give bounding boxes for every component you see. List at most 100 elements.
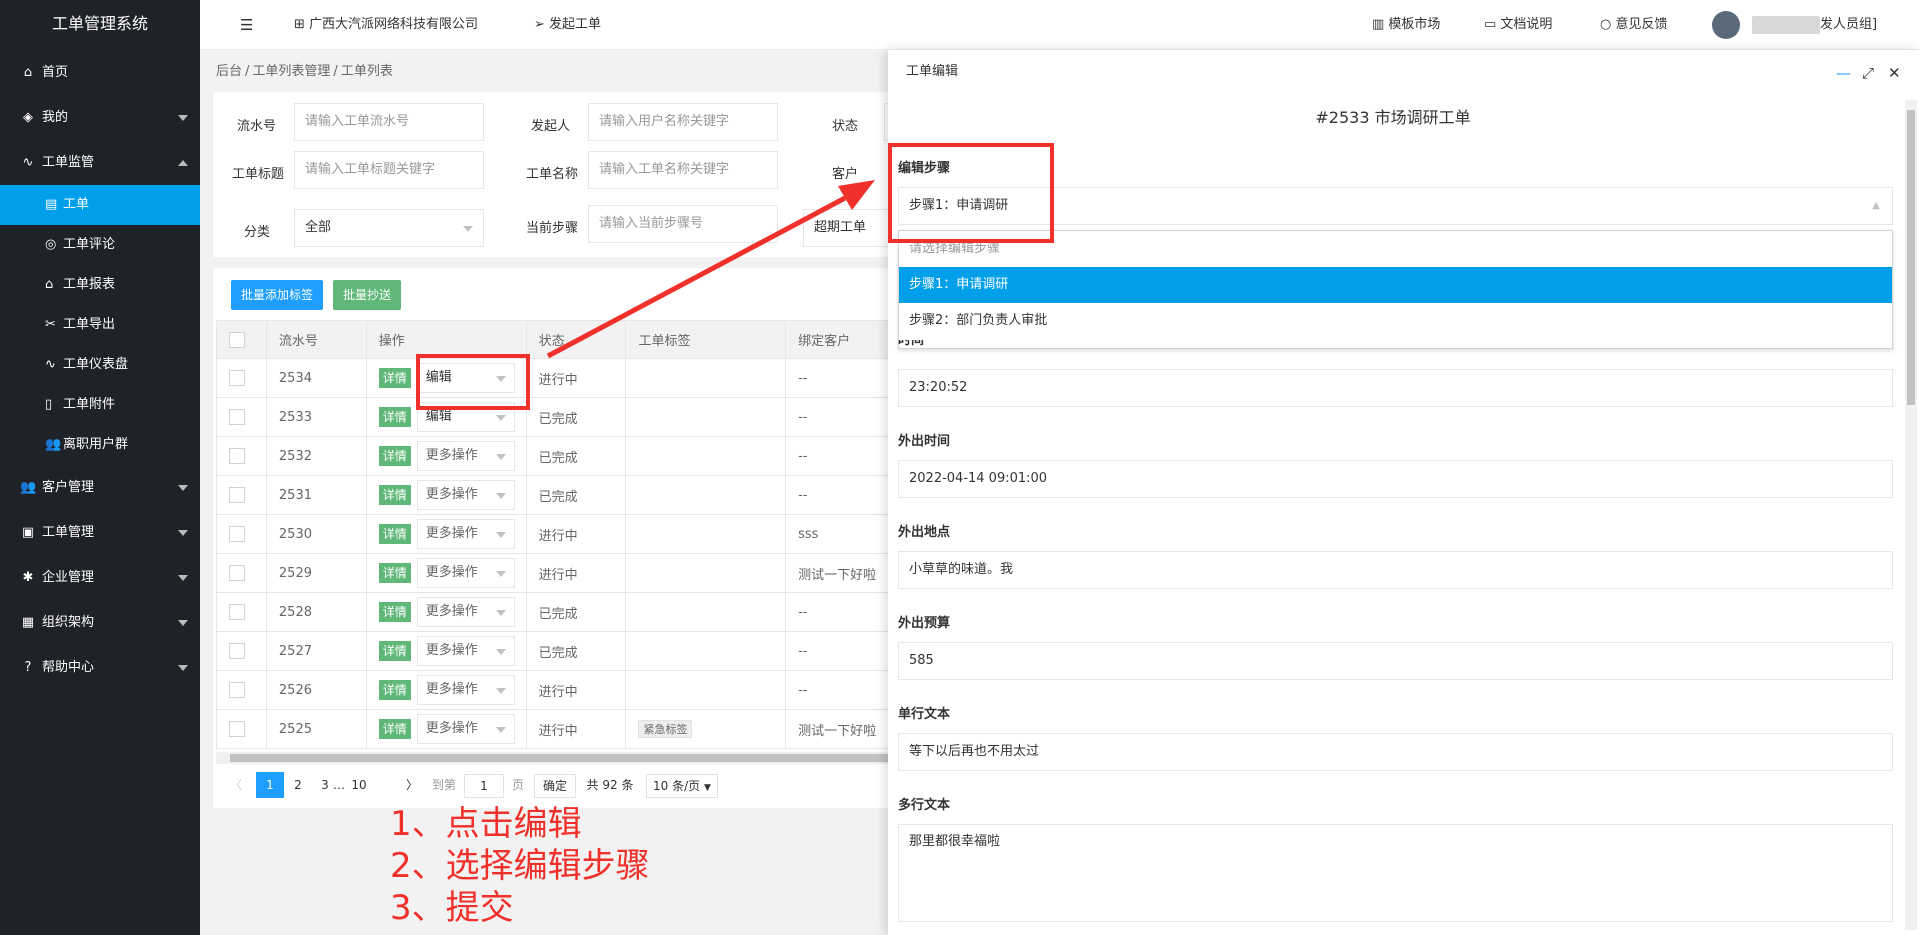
page-button[interactable]: 10	[348, 772, 370, 798]
action-select-value: 更多操作	[425, 565, 478, 580]
action-select[interactable]: 更多操作	[416, 441, 515, 471]
row-checkbox[interactable]	[229, 682, 245, 698]
docs-link[interactable]: ▭ 文档说明	[1484, 0, 1552, 50]
template-market-link[interactable]: ▥ 模板市场	[1372, 0, 1440, 50]
sidebar-subitem-export[interactable]: ✂ 工单导出	[0, 305, 200, 345]
sidebar-item-org[interactable]: ▦ 组织架构	[0, 600, 200, 645]
detail-button[interactable]: 详情	[378, 368, 411, 388]
feedback-link[interactable]: ○ 意见反馈	[1600, 0, 1668, 50]
column-header[interactable]: 流水号	[265, 320, 367, 359]
batch-tag-button[interactable]: 批量添加标签	[231, 280, 324, 310]
goto-page-input[interactable]: 1	[464, 774, 504, 798]
row-checkbox[interactable]	[229, 526, 245, 542]
sidebar-item-home[interactable]: ⌂ 首页	[0, 50, 200, 95]
detail-button[interactable]: 详情	[378, 407, 411, 427]
sidebar-item-mine[interactable]: ◈ 我的	[0, 95, 200, 140]
serial-cell: 2531	[265, 475, 367, 515]
single-line-field[interactable]: 等下以后再也不用太过	[898, 733, 1893, 771]
next-page-button[interactable]: 〉	[402, 772, 422, 798]
row-checkbox[interactable]	[229, 448, 245, 464]
detail-button[interactable]: 详情	[378, 485, 411, 505]
sidebar-item-ticket-manage[interactable]: ▣ 工单管理	[0, 510, 200, 555]
title-label: 工单标题	[231, 167, 284, 182]
detail-button[interactable]: 详情	[378, 680, 411, 700]
step-label: 当前步骤	[525, 221, 578, 236]
title-input[interactable]: 请输入工单标题关键字	[294, 151, 484, 189]
user-group-label[interactable]: 发人员组]	[1820, 0, 1877, 50]
action-select[interactable]: 更多操作	[416, 558, 515, 588]
row-select-cell	[216, 358, 267, 398]
detail-button[interactable]: 详情	[378, 563, 411, 583]
page-size-select[interactable]: 10 条/页 ▼	[646, 774, 718, 798]
status-cell: 已完成	[525, 475, 627, 515]
action-select[interactable]: 更多操作	[416, 714, 515, 744]
action-select[interactable]: 更多操作	[416, 636, 515, 666]
sidebar-subitem-ticket[interactable]: ▤ 工单	[0, 185, 200, 225]
breadcrumb-item[interactable]: 工单列表管理	[252, 64, 330, 79]
row-checkbox[interactable]	[229, 370, 245, 386]
initiator-input[interactable]: 请输入用户名称关键字	[588, 103, 778, 141]
sidebar-item-monitor[interactable]: ∿ 工单监管	[0, 140, 200, 185]
menu-toggle-icon[interactable]: ☰	[240, 0, 253, 50]
name-input[interactable]: 请输入工单名称关键字	[588, 151, 778, 189]
page-button-current[interactable]: 1	[256, 772, 284, 798]
category-select[interactable]: 全部	[294, 209, 484, 247]
drawer-scrollbar[interactable]	[1905, 100, 1917, 930]
sidebar-item-enterprise[interactable]: ✱ 企业管理	[0, 555, 200, 600]
action-select[interactable]: 更多操作	[416, 675, 515, 705]
action-select[interactable]: 更多操作	[416, 519, 515, 549]
row-checkbox[interactable]	[229, 409, 245, 425]
row-checkbox[interactable]	[229, 565, 245, 581]
create-ticket-link[interactable]: ➢ 发起工单	[534, 0, 601, 50]
minimize-icon[interactable]: —	[1836, 64, 1851, 82]
page-button[interactable]: 2	[288, 772, 308, 798]
sidebar-subitem-attachments[interactable]: ▯ 工单附件	[0, 385, 200, 425]
page-button[interactable]: 3	[318, 772, 332, 798]
detail-button[interactable]: 详情	[378, 446, 411, 466]
prev-page-button[interactable]: 〈	[226, 772, 246, 798]
horizontal-scrollbar[interactable]	[216, 752, 913, 764]
detail-button[interactable]: 详情	[378, 602, 411, 622]
book-icon: ▭	[1484, 17, 1501, 32]
avatar[interactable]	[1712, 11, 1740, 39]
out-time-field[interactable]: 2022-04-14 09:01:00	[898, 460, 1893, 498]
batch-cc-button[interactable]: 批量抄送	[333, 280, 402, 310]
status-cell: 已完成	[525, 592, 627, 632]
row-checkbox[interactable]	[229, 604, 245, 620]
goto-confirm-button[interactable]: 确定	[534, 774, 576, 798]
dropdown-option-step1[interactable]: 步骤1：申请调研	[899, 267, 1892, 303]
multi-line-field[interactable]: 那里都很幸福啦	[898, 824, 1893, 922]
step-input[interactable]: 请输入当前步骤号	[588, 205, 778, 243]
table-row: 2529 详情 更多操作 进行中 测试一下好啦	[216, 553, 916, 593]
sidebar-subitem-comments[interactable]: ◎ 工单评论	[0, 225, 200, 265]
detail-button[interactable]: 详情	[378, 641, 411, 661]
company-switcher[interactable]: ⊞ 广西大汽派网络科技有限公司	[294, 0, 478, 50]
breadcrumb-item[interactable]: 后台	[216, 64, 242, 79]
maximize-icon[interactable]: ⤢	[1862, 64, 1874, 82]
dropdown-option-step2[interactable]: 步骤2：部门负责人审批	[899, 303, 1892, 339]
close-icon[interactable]: ✕	[1888, 64, 1901, 82]
select-all-checkbox[interactable]	[229, 331, 245, 348]
action-select[interactable]: 更多操作	[416, 597, 515, 627]
serial-input[interactable]: 请输入工单流水号	[294, 103, 484, 141]
place-field[interactable]: 小草草的味道。我	[898, 551, 1893, 589]
overdue-select[interactable]: 超期工单	[803, 209, 893, 247]
action-select[interactable]: 更多操作	[416, 480, 515, 510]
sidebar-item-help[interactable]: ? 帮助中心	[0, 645, 200, 690]
detail-button[interactable]: 详情	[378, 524, 411, 544]
status-cell: 进行中	[525, 709, 627, 749]
row-checkbox[interactable]	[229, 487, 245, 503]
sidebar-subitem-report[interactable]: ⌂ 工单报表	[0, 265, 200, 305]
sidebar-item-customer[interactable]: 👥 客户管理	[0, 465, 200, 510]
detail-button[interactable]: 详情	[378, 719, 411, 739]
sidebar-subitem-dashboard[interactable]: ∿ 工单仪表盘	[0, 345, 200, 385]
scrollbar-thumb[interactable]	[1907, 110, 1915, 405]
scrollbar-thumb[interactable]	[230, 754, 913, 762]
budget-field[interactable]: 585	[898, 642, 1893, 680]
tag-cell	[625, 358, 787, 398]
time-field[interactable]: 23:20:52	[898, 369, 1893, 407]
row-checkbox[interactable]	[229, 721, 245, 737]
row-checkbox[interactable]	[229, 643, 245, 659]
sidebar-subitem-departed-users[interactable]: 👥 离职用户群	[0, 425, 200, 465]
column-header[interactable]: 状态	[525, 320, 627, 359]
